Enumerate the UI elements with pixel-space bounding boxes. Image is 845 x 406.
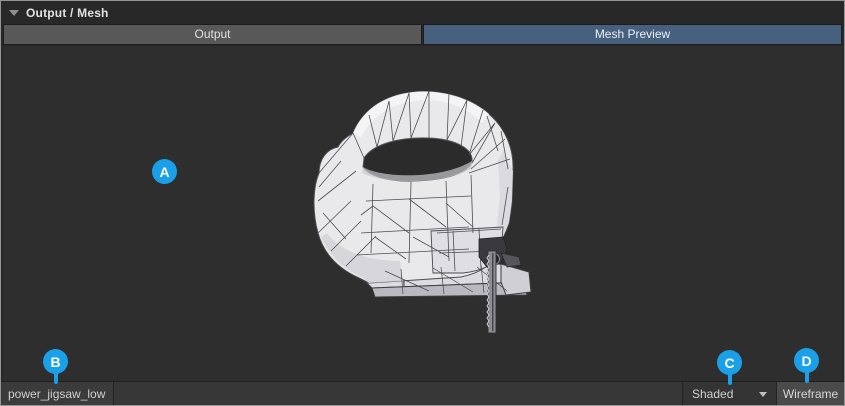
tab-output[interactable]: Output [3,24,422,45]
annotation-badge-a: A [152,159,177,184]
tab-bar: Output Mesh Preview [3,24,842,45]
panel-header: Output / Mesh [1,1,844,24]
mesh-name-label: power_jigsaw_low [1,382,114,405]
tab-mesh-preview[interactable]: Mesh Preview [423,24,842,45]
wireframe-toggle[interactable]: Wireframe [776,382,844,405]
annotation-pointer [54,371,58,384]
annotation-badge-d: D [794,348,819,373]
annotation-letter: A [159,164,169,180]
annotation-badge-c: C [717,350,742,375]
annotation-letter: D [801,353,811,369]
shading-mode-value: Shaded [692,387,733,401]
chevron-down-icon [759,392,767,397]
panel-title: Output / Mesh [26,6,109,20]
annotation-letter: C [724,355,734,371]
mesh-preview-viewport[interactable] [3,46,842,381]
statusbar-spacer [114,382,683,405]
shading-mode-dropdown[interactable]: Shaded [683,382,776,405]
annotation-pointer [728,372,732,385]
foldout-triangle-icon[interactable] [9,10,19,16]
annotation-pointer [805,370,809,383]
status-bar: power_jigsaw_low Shaded Wireframe [1,381,844,405]
annotation-badge-b: B [43,349,68,374]
annotation-letter: B [50,354,60,370]
output-mesh-panel: Output / Mesh Output Mesh Preview power_… [0,0,845,406]
